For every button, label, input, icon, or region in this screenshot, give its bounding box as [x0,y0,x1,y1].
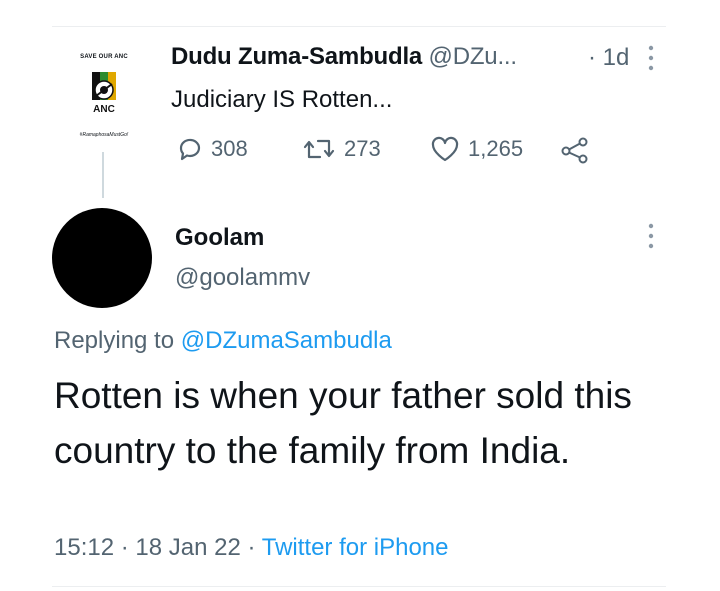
tweet-date[interactable]: 18 Jan 22 [135,534,240,561]
replying-to-link[interactable]: @DZumaSambudla [181,327,392,354]
reply-display-name[interactable]: Goolam [175,224,264,252]
tweet-time[interactable]: 15:12 [54,534,114,561]
meta-separator: · [247,534,256,561]
reply-count: 308 [211,136,248,161]
anc-logo-icon: ANC [92,72,116,115]
replying-to: Replying to @DZumaSambudla [54,327,392,355]
retweet-action[interactable]: 273 [302,134,381,164]
reply-icon [179,138,201,161]
share-icon[interactable] [560,136,590,164]
reply-action[interactable]: 308 [175,134,248,164]
reply-handle[interactable]: @goolammv [175,264,310,292]
tweet-meta: 15:12 · 18 Jan 22 · Twitter for iPhone [54,534,448,562]
parent-author[interactable]: Dudu Zuma-Sambudla @DZu... [171,43,517,71]
parent-timestamp[interactable]: · 1d [588,44,629,72]
anc-logo-text: ANC [93,104,115,115]
parent-more-icon[interactable] [646,44,656,72]
parent-display-name[interactable]: Dudu Zuma-Sambudla [171,43,422,70]
parent-tweet-text: Judiciary IS Rotten... [171,86,393,113]
replying-to-label: Replying to [54,327,175,354]
like-count: 1,265 [468,136,524,161]
retweet-icon [303,139,335,159]
tweet-source[interactable]: Twitter for iPhone [262,534,449,561]
parent-avatar[interactable]: SAVE OUR ANC ANC #RamaphosaMustGo! [66,50,142,144]
avatar-banner-text: SAVE OUR ANC [80,54,128,60]
like-action[interactable]: 1,265 [430,134,523,164]
reply-avatar[interactable] [52,208,152,308]
avatar-hashtag-text: #RamaphosaMustGo! [79,132,129,138]
top-divider [52,26,666,27]
reply-more-icon[interactable] [646,222,656,250]
thread-line [102,152,104,198]
like-icon [431,136,459,162]
retweet-count: 273 [344,136,381,161]
parent-handle[interactable]: @DZu... [429,43,518,70]
bottom-divider [52,586,666,587]
reply-tweet-text: Rotten is when your father sold this cou… [54,375,632,471]
meta-separator: · [120,534,129,561]
